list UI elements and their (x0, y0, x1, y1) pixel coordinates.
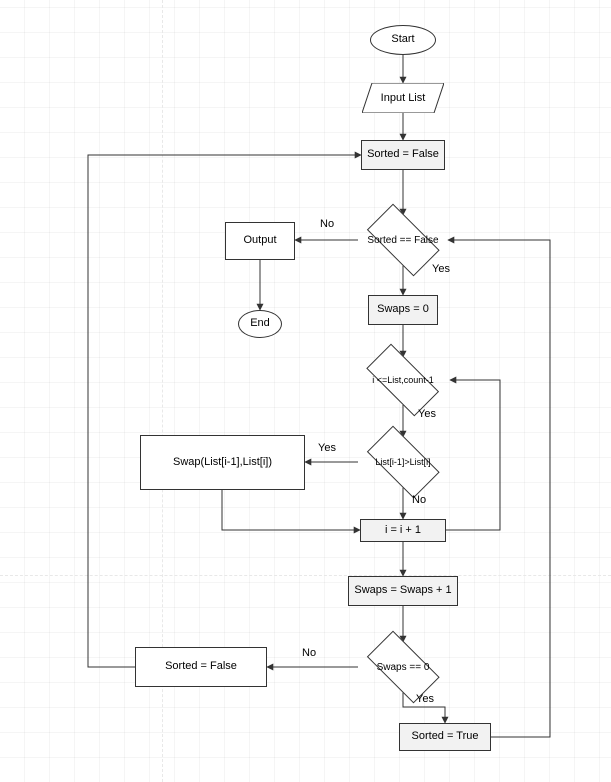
node-check-i-label: i <=List,count-1 (356, 357, 450, 403)
flowchart-edges (0, 0, 611, 782)
node-init-swaps-label: Swaps = 0 (377, 303, 429, 316)
edge-check-i-yes: Yes (418, 408, 436, 420)
node-inc-i-label: i = i + 1 (385, 524, 421, 537)
edge-compare-no: No (412, 494, 426, 506)
node-set-false: Sorted = False (135, 647, 267, 687)
edge-check-swaps-no: No (302, 647, 316, 659)
node-init-swaps: Swaps = 0 (368, 295, 438, 325)
node-inc-swaps: Swaps = Swaps + 1 (348, 576, 458, 606)
node-check-sorted-label: Sorted == False (358, 215, 448, 265)
node-compare: List[i-1]>List[i] (358, 437, 448, 487)
edge-compare-yes: Yes (318, 442, 336, 454)
edge-check-sorted-no: No (320, 218, 334, 230)
node-set-false-label: Sorted = False (165, 660, 237, 673)
node-init-sorted-label: Sorted = False (367, 148, 439, 161)
node-check-sorted: Sorted == False (358, 215, 448, 265)
node-input-label: Input List (362, 83, 444, 113)
node-swap-label: Swap(List[i-1],List[i]) (173, 456, 272, 469)
node-inc-swaps-label: Swaps = Swaps + 1 (354, 584, 451, 597)
node-start-label: Start (391, 33, 414, 46)
node-start: Start (370, 25, 436, 55)
edge-check-sorted-yes: Yes (432, 263, 450, 275)
node-check-swaps: Swaps == 0 (358, 642, 448, 692)
node-check-i: i <=List,count-1 (356, 357, 450, 403)
node-end: End (238, 310, 282, 338)
node-output: Output (225, 222, 295, 260)
edge-check-swaps-yes: Yes (416, 693, 434, 705)
node-set-true-label: Sorted = True (412, 730, 479, 743)
node-check-swaps-label: Swaps == 0 (358, 642, 448, 692)
node-set-true: Sorted = True (399, 723, 491, 751)
node-output-label: Output (243, 234, 276, 247)
node-input: Input List (362, 83, 444, 113)
node-end-label: End (250, 317, 270, 330)
node-swap: Swap(List[i-1],List[i]) (140, 435, 305, 490)
node-inc-i: i = i + 1 (360, 519, 446, 542)
node-compare-label: List[i-1]>List[i] (358, 437, 448, 487)
node-init-sorted: Sorted = False (361, 140, 445, 170)
